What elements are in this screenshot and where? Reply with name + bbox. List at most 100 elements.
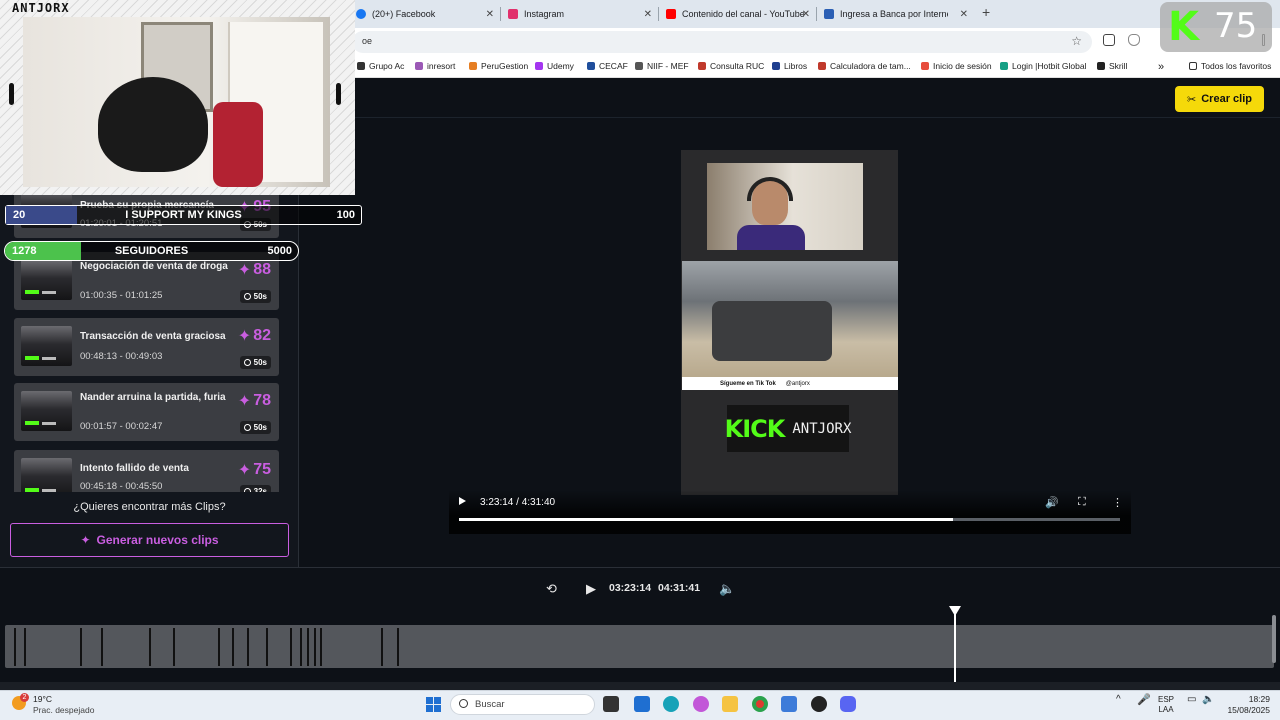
chrome-icon[interactable] [752, 696, 768, 712]
address-bar[interactable]: oe ☆ [352, 31, 1092, 53]
kick-channel-name: ANTJORX [792, 420, 852, 437]
timeline-play-icon[interactable]: ▶ [586, 581, 596, 597]
clock-date: 15/08/2025 [1227, 705, 1270, 715]
close-icon[interactable]: ✕ [486, 9, 494, 20]
video-progress-bar[interactable] [459, 518, 1120, 521]
extension-icon[interactable] [1103, 34, 1115, 46]
bookmark-label: Login |Hotbit Global [1012, 61, 1087, 71]
clip-card[interactable]: Nander arruina la partida, furia 00:01:5… [14, 383, 279, 441]
close-icon[interactable]: ✕ [960, 9, 968, 20]
stream-webcam-overlay: ANTJORX [0, 0, 355, 195]
bookmark-hotbit[interactable]: Login |Hotbit Global [1000, 61, 1087, 71]
bookmark-star-icon[interactable]: ☆ [1071, 34, 1082, 48]
play-icon[interactable] [459, 497, 466, 505]
bookmark-label: PeruGestion [481, 61, 529, 71]
shield-icon[interactable] [1128, 34, 1140, 46]
bookmark-icon [635, 62, 643, 70]
clip-duration-badge: 32s [239, 485, 271, 492]
clip-duration-badge: 50s [239, 421, 271, 434]
timeline-clip-marker [307, 628, 309, 666]
obs-icon[interactable] [811, 696, 827, 712]
tab-instagram[interactable]: Instagram ✕ [502, 4, 658, 24]
discord-icon[interactable] [840, 696, 856, 712]
clip-duration: 32s [253, 487, 267, 492]
playhead[interactable] [954, 614, 956, 682]
clip-card[interactable]: Intento fallido de venta 00:45:18 - 00:4… [14, 450, 279, 492]
more-options-icon[interactable]: ⋮ [1112, 496, 1123, 509]
sub-goal-bar: 20 I SUPPORT MY KINGS 100 [5, 205, 362, 225]
bookmark-libros[interactable]: Libros [772, 61, 807, 71]
taskbar-search[interactable]: Buscar [450, 694, 595, 715]
tab-facebook[interactable]: (20+) Facebook ✕ [350, 4, 500, 24]
bookmark-consulta-ruc[interactable]: Consulta RUC [698, 61, 764, 71]
lang-layout: LAA [1158, 705, 1174, 714]
tab-youtube[interactable]: Contenido del canal - YouTube ✕ [660, 4, 816, 24]
timeline-clip-marker [381, 628, 383, 666]
generate-clips-button[interactable]: ✦ Generar nuevos clips [10, 523, 289, 557]
bookmark-label: Skrill [1109, 61, 1128, 71]
copilot-icon[interactable] [693, 696, 709, 712]
timeline-clip-marker [149, 628, 151, 666]
timeline-clip-marker [247, 628, 249, 666]
bookmark-skrill[interactable]: Skrill [1097, 61, 1127, 71]
create-clip-button[interactable]: ✂ Crear clip [1175, 86, 1264, 112]
clip-score: ✦ 88 [238, 260, 271, 280]
bookmark-niif-mef[interactable]: NIIF - MEF [635, 61, 689, 71]
replay-icon[interactable]: ⟲ [546, 581, 557, 597]
tab-banca[interactable]: Ingresa a Banca por Internet BC ✕ [818, 4, 974, 24]
all-bookmarks-button[interactable]: Todos los favoritos [1189, 61, 1271, 71]
bookmark-udemy[interactable]: Udemy [535, 61, 574, 71]
notepad-icon[interactable] [781, 696, 797, 712]
bookmark-calculadora[interactable]: Calculadora de tam... [818, 61, 911, 71]
bookmark-label: inresort [427, 61, 456, 71]
vertical-scrollbar[interactable] [1272, 615, 1276, 663]
bookmark-inicio-sesion[interactable]: Inicio de sesión [921, 61, 992, 71]
timeline-volume-icon[interactable]: 🔈 [719, 581, 735, 597]
store-icon[interactable] [634, 696, 650, 712]
video-progress-fill [459, 518, 954, 521]
bookmark-cecaf[interactable]: CECAF [587, 61, 628, 71]
file-explorer-icon[interactable] [722, 696, 738, 712]
microphone-icon[interactable]: 🎤 [1137, 695, 1151, 706]
timeline-clip-marker [232, 628, 234, 666]
bookmark-grupo-ac[interactable]: Grupo Ac [357, 61, 404, 71]
windows-start-icon[interactable] [426, 697, 441, 712]
edge-icon[interactable] [663, 696, 679, 712]
kick-wordmark: KICK [724, 414, 786, 443]
new-tab-button[interactable]: + [982, 4, 990, 20]
tab-separator [816, 7, 817, 21]
system-clock[interactable]: 18:29 15/08/2025 [1226, 694, 1270, 716]
task-view-icon[interactable] [603, 696, 619, 712]
bookmark-perugestion[interactable]: PeruGestion [469, 61, 528, 71]
bookmarks-more-button[interactable]: » [1158, 61, 1164, 73]
search-icon [459, 699, 468, 708]
close-icon[interactable]: ✕ [802, 9, 810, 20]
clock-icon [243, 293, 251, 300]
close-icon[interactable]: ✕ [644, 9, 652, 20]
generate-clips-label: Generar nuevos clips [96, 533, 219, 547]
bookmark-label: Consulta RUC [710, 61, 765, 71]
timeline-clip-marker [397, 628, 399, 666]
clip-time-range: 00:48:13 - 00:49:03 [80, 351, 163, 362]
horizontal-scrollbar[interactable] [0, 682, 1280, 690]
goal-label: I SUPPORT MY KINGS [125, 209, 242, 221]
fullscreen-icon[interactable]: ⛶ [1078, 496, 1086, 509]
clip-card[interactable]: Transacción de venta graciosa 00:48:13 -… [14, 318, 279, 376]
bookmark-icon [469, 62, 477, 70]
video-webcam-region [707, 163, 863, 250]
sparkle-icon: ✦ [237, 393, 252, 410]
network-icon[interactable]: ▭ [1187, 695, 1196, 705]
tab-separator [500, 7, 501, 21]
volume-icon[interactable]: 🔊 [1045, 496, 1059, 509]
timeline-track[interactable] [5, 625, 1274, 668]
weather-desc: Prac. despejado [33, 705, 95, 715]
volume-tray-icon[interactable]: 🔈 [1202, 695, 1214, 705]
tray-chevron-icon[interactable]: ^ [1116, 695, 1121, 705]
bookmark-label: CECAF [599, 61, 628, 71]
timeline-clip-marker [320, 628, 322, 666]
language-indicator[interactable]: ESP LAA [1158, 695, 1174, 715]
kick-letter: K [1168, 4, 1199, 50]
bookmark-icon [921, 62, 929, 70]
goal-target: 5000 [267, 245, 292, 257]
bookmark-inresort[interactable]: inresort [415, 61, 455, 71]
